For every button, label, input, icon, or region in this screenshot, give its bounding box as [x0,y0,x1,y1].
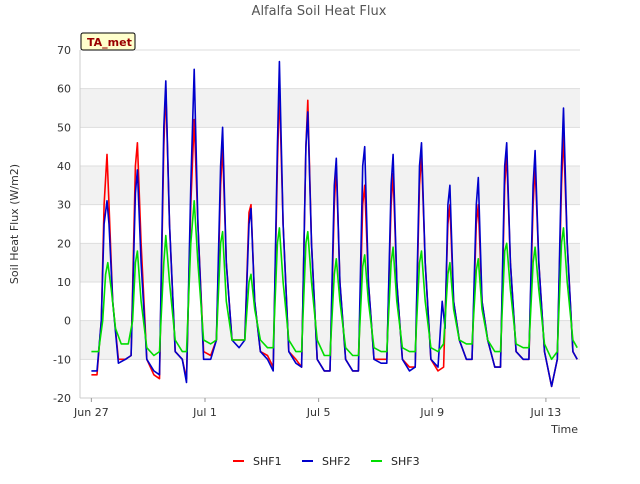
grid-band [80,88,580,128]
y-tick-label: 0 [64,315,71,328]
y-tick-label: 40 [57,160,71,173]
x-tick-label: Jul 13 [530,406,562,419]
x-axis-label: Time [550,423,578,436]
y-axis-label: Soil Heat Flux (W/m2) [8,164,21,284]
legend-label-shf3: SHF3 [391,455,420,468]
x-tick-label: Jul 1 [192,406,217,419]
y-tick-label: 20 [57,237,71,250]
y-tick-label: 70 [57,44,71,57]
x-tick-label: Jul 9 [419,406,444,419]
y-tick-label: 50 [57,121,71,134]
badge-label: TA_met [87,36,132,49]
soil-heat-flux-chart: Alfalfa Soil Heat Flux -20 -10 0 10 20 30 40 50… [8,4,580,468]
y-axis-ticks: -20 -10 0 10 20 30 40 50 60 70 [53,44,71,405]
x-tick-label: Jun 27 [73,406,109,419]
legend: SHF1 SHF2 SHF3 [233,455,420,468]
y-tick-label: -20 [53,392,71,405]
legend-label-shf1: SHF1 [253,455,282,468]
y-tick-label: 10 [57,276,71,289]
y-tick-label: -10 [53,353,71,366]
y-tick-label: 30 [57,199,71,212]
chart-container: Alfalfa Soil Heat Flux -20 -10 0 10 20 30 40 50… [0,0,640,480]
y-tick-label: 60 [57,83,71,96]
x-tick-label: Jul 5 [306,406,331,419]
ta-met-badge: TA_met [80,32,136,51]
x-axis-ticks: Jun 27 Jul 1 Jul 5 Jul 9 Jul 13 [73,398,561,419]
legend-label-shf2: SHF2 [322,455,351,468]
chart-title: Alfalfa Soil Heat Flux [252,4,387,19]
